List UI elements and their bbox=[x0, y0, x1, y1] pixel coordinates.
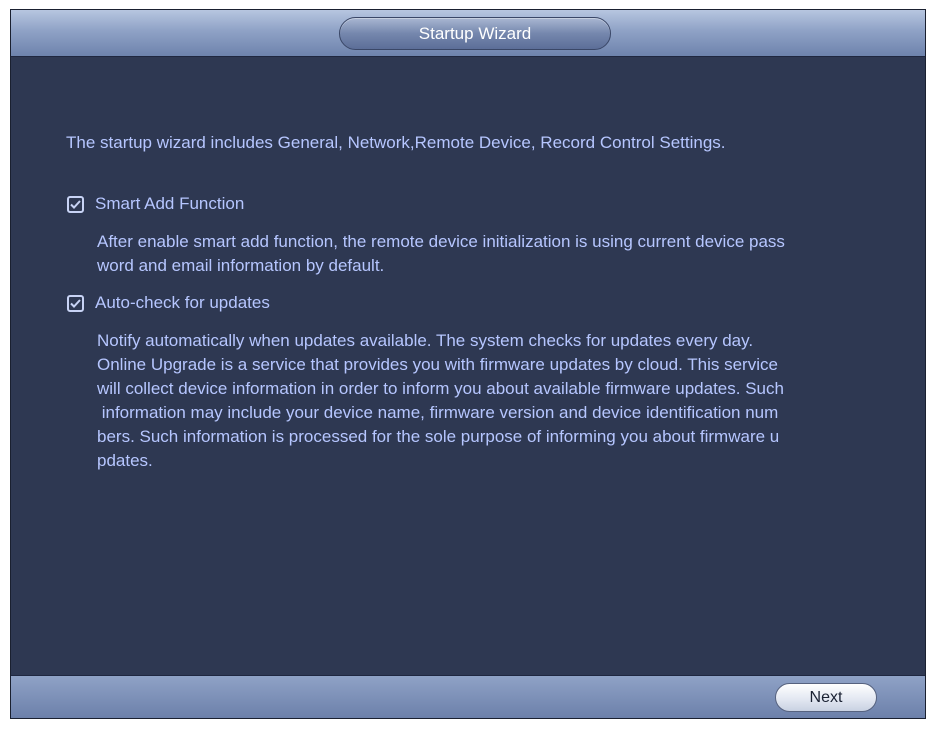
footer-bar: Next bbox=[11, 675, 925, 718]
description-line: Online Upgrade is a service that provide… bbox=[97, 355, 778, 374]
auto-check-updates-checkbox[interactable] bbox=[67, 294, 84, 312]
checkmark-icon bbox=[70, 298, 81, 308]
title-bar: Startup Wizard bbox=[11, 10, 925, 57]
smart-add-description: After enable smart add function, the rem… bbox=[97, 230, 917, 278]
checkmark-icon bbox=[70, 199, 81, 209]
auto-check-updates-description: Notify automatically when updates availa… bbox=[97, 329, 917, 473]
auto-check-updates-option[interactable]: Auto-check for updates bbox=[67, 293, 270, 313]
smart-add-option[interactable]: Smart Add Function bbox=[67, 194, 244, 214]
next-button[interactable]: Next bbox=[775, 683, 877, 712]
smart-add-label: Smart Add Function bbox=[95, 194, 245, 213]
smart-add-checkbox[interactable] bbox=[67, 195, 84, 213]
description-line: After enable smart add function, the rem… bbox=[97, 232, 785, 251]
description-line: information may include your device name… bbox=[97, 403, 779, 422]
description-line: word and email information by default. bbox=[97, 256, 385, 275]
description-line: will collect device information in order… bbox=[97, 379, 784, 398]
intro-text: The startup wizard includes General, Net… bbox=[66, 133, 726, 152]
startup-wizard-window: Startup Wizard The startup wizard includ… bbox=[10, 9, 926, 719]
description-line: Notify automatically when updates availa… bbox=[97, 331, 754, 350]
auto-check-updates-label: Auto-check for updates bbox=[95, 293, 270, 312]
description-line: pdates. bbox=[97, 451, 153, 470]
description-line: bers. Such information is processed for … bbox=[97, 427, 780, 446]
window-title: Startup Wizard bbox=[339, 17, 611, 50]
wizard-content: The startup wizard includes General, Net… bbox=[11, 57, 925, 677]
